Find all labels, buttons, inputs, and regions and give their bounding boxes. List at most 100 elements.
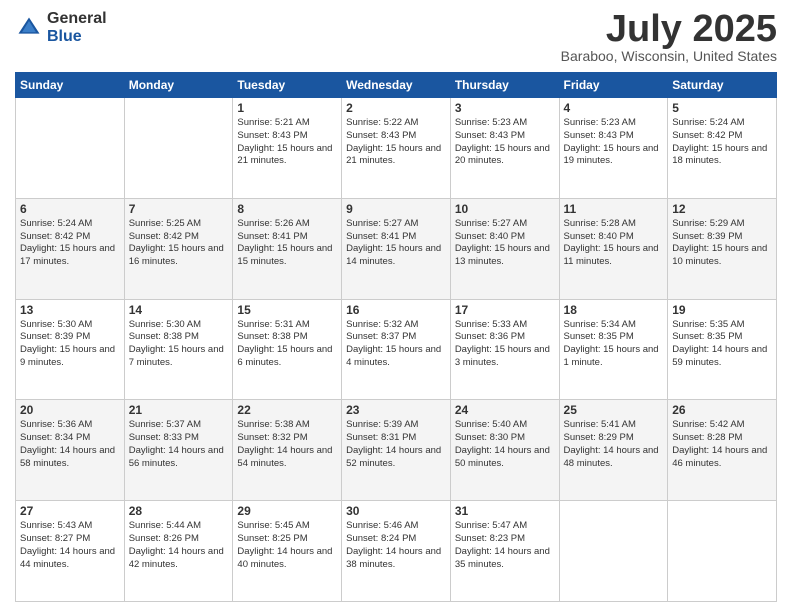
header: General Blue July 2025 Baraboo, Wisconsi… bbox=[15, 10, 777, 64]
day-info: Sunrise: 5:30 AM Sunset: 8:39 PM Dayligh… bbox=[20, 319, 120, 370]
week-row-2: 6Sunrise: 5:24 AM Sunset: 8:42 PM Daylig… bbox=[16, 198, 777, 299]
day-info: Sunrise: 5:39 AM Sunset: 8:31 PM Dayligh… bbox=[346, 419, 446, 470]
calendar-cell bbox=[668, 501, 777, 602]
calendar-cell: 11 Sunrise: 5:28 AM Sunset: 8:40 PM Dayli… bbox=[559, 198, 668, 299]
calendar-cell: 18 Sunrise: 5:34 AM Sunset: 8:35 PM Dayli… bbox=[559, 299, 668, 400]
day-number: 20 bbox=[20, 403, 120, 417]
day-info: Sunrise: 5:29 AM Sunset: 8:39 PM Dayligh… bbox=[672, 218, 772, 269]
calendar-cell: 21 Sunrise: 5:37 AM Sunset: 8:33 PM Dayli… bbox=[124, 400, 233, 501]
logo-general-text: General bbox=[47, 10, 107, 28]
day-number: 4 bbox=[564, 101, 664, 115]
col-header-friday: Friday bbox=[559, 73, 668, 98]
logo: General Blue bbox=[15, 10, 107, 45]
calendar-cell: 29Sunrise: 5:45 AM Sunset: 8:25 PM Dayli… bbox=[233, 501, 342, 602]
day-number: 16 bbox=[346, 303, 446, 317]
calendar-cell: 7 Sunrise: 5:25 AM Sunset: 8:42 PM Daylig… bbox=[124, 198, 233, 299]
calendar-cell bbox=[124, 98, 233, 199]
day-info: Sunrise: 5:24 AM Sunset: 8:42 PM Dayligh… bbox=[672, 117, 772, 168]
day-number: 8 bbox=[237, 202, 337, 216]
day-info: Sunrise: 5:44 AM Sunset: 8:26 PM Dayligh… bbox=[129, 520, 229, 571]
day-number: 18 bbox=[564, 303, 664, 317]
calendar-cell: 14 Sunrise: 5:30 AM Sunset: 8:38 PM Dayli… bbox=[124, 299, 233, 400]
calendar-cell: 27Sunrise: 5:43 AM Sunset: 8:27 PM Dayli… bbox=[16, 501, 125, 602]
logo-text: General Blue bbox=[47, 10, 107, 45]
day-info: Sunrise: 5:32 AM Sunset: 8:37 PM Dayligh… bbox=[346, 319, 446, 370]
week-row-1: 1Sunrise: 5:21 AM Sunset: 8:43 PM Daylig… bbox=[16, 98, 777, 199]
day-info: Sunrise: 5:25 AM Sunset: 8:42 PM Dayligh… bbox=[129, 218, 229, 269]
day-number: 31 bbox=[455, 504, 555, 518]
col-header-thursday: Thursday bbox=[450, 73, 559, 98]
day-number: 3 bbox=[455, 101, 555, 115]
calendar-cell: 24Sunrise: 5:40 AM Sunset: 8:30 PM Dayli… bbox=[450, 400, 559, 501]
day-number: 23 bbox=[346, 403, 446, 417]
calendar-cell: 1Sunrise: 5:21 AM Sunset: 8:43 PM Daylig… bbox=[233, 98, 342, 199]
day-number: 7 bbox=[129, 202, 229, 216]
calendar-cell: 13 Sunrise: 5:30 AM Sunset: 8:39 PM Dayli… bbox=[16, 299, 125, 400]
calendar-cell: 30 Sunrise: 5:46 AM Sunset: 8:24 PM Dayli… bbox=[342, 501, 451, 602]
col-header-wednesday: Wednesday bbox=[342, 73, 451, 98]
day-info: Sunrise: 5:35 AM Sunset: 8:35 PM Dayligh… bbox=[672, 319, 772, 370]
calendar-cell: 2Sunrise: 5:22 AM Sunset: 8:43 PM Daylig… bbox=[342, 98, 451, 199]
calendar-cell: 23 Sunrise: 5:39 AM Sunset: 8:31 PM Dayli… bbox=[342, 400, 451, 501]
day-number: 10 bbox=[455, 202, 555, 216]
week-row-3: 13 Sunrise: 5:30 AM Sunset: 8:39 PM Dayli… bbox=[16, 299, 777, 400]
calendar-cell: 15 Sunrise: 5:31 AM Sunset: 8:38 PM Dayli… bbox=[233, 299, 342, 400]
day-number: 30 bbox=[346, 504, 446, 518]
day-info: Sunrise: 5:42 AM Sunset: 8:28 PM Dayligh… bbox=[672, 419, 772, 470]
calendar-cell: 19 Sunrise: 5:35 AM Sunset: 8:35 PM Dayli… bbox=[668, 299, 777, 400]
day-number: 24 bbox=[455, 403, 555, 417]
calendar-cell: 4Sunrise: 5:23 AM Sunset: 8:43 PM Daylig… bbox=[559, 98, 668, 199]
day-info: Sunrise: 5:30 AM Sunset: 8:38 PM Dayligh… bbox=[129, 319, 229, 370]
calendar-cell: 5 Sunrise: 5:24 AM Sunset: 8:42 PM Daylig… bbox=[668, 98, 777, 199]
day-info: Sunrise: 5:23 AM Sunset: 8:43 PM Dayligh… bbox=[455, 117, 555, 168]
calendar-cell: 22Sunrise: 5:38 AM Sunset: 8:32 PM Dayli… bbox=[233, 400, 342, 501]
week-row-5: 27Sunrise: 5:43 AM Sunset: 8:27 PM Dayli… bbox=[16, 501, 777, 602]
day-number: 2 bbox=[346, 101, 446, 115]
day-info: Sunrise: 5:46 AM Sunset: 8:24 PM Dayligh… bbox=[346, 520, 446, 571]
day-info: Sunrise: 5:21 AM Sunset: 8:43 PM Dayligh… bbox=[237, 117, 337, 168]
day-number: 14 bbox=[129, 303, 229, 317]
location: Baraboo, Wisconsin, United States bbox=[561, 48, 777, 64]
calendar-table: SundayMondayTuesdayWednesdayThursdayFrid… bbox=[15, 72, 777, 602]
calendar-cell: 6Sunrise: 5:24 AM Sunset: 8:42 PM Daylig… bbox=[16, 198, 125, 299]
calendar-cell bbox=[559, 501, 668, 602]
header-row: SundayMondayTuesdayWednesdayThursdayFrid… bbox=[16, 73, 777, 98]
day-info: Sunrise: 5:33 AM Sunset: 8:36 PM Dayligh… bbox=[455, 319, 555, 370]
col-header-monday: Monday bbox=[124, 73, 233, 98]
calendar-cell: 8Sunrise: 5:26 AM Sunset: 8:41 PM Daylig… bbox=[233, 198, 342, 299]
day-info: Sunrise: 5:27 AM Sunset: 8:40 PM Dayligh… bbox=[455, 218, 555, 269]
page: General Blue July 2025 Baraboo, Wisconsi… bbox=[0, 0, 792, 612]
day-number: 28 bbox=[129, 504, 229, 518]
day-info: Sunrise: 5:28 AM Sunset: 8:40 PM Dayligh… bbox=[564, 218, 664, 269]
day-number: 17 bbox=[455, 303, 555, 317]
day-number: 11 bbox=[564, 202, 664, 216]
day-info: Sunrise: 5:36 AM Sunset: 8:34 PM Dayligh… bbox=[20, 419, 120, 470]
day-number: 15 bbox=[237, 303, 337, 317]
calendar-cell: 26 Sunrise: 5:42 AM Sunset: 8:28 PM Dayli… bbox=[668, 400, 777, 501]
day-number: 19 bbox=[672, 303, 772, 317]
day-number: 5 bbox=[672, 101, 772, 115]
calendar-cell: 17 Sunrise: 5:33 AM Sunset: 8:36 PM Dayli… bbox=[450, 299, 559, 400]
col-header-sunday: Sunday bbox=[16, 73, 125, 98]
calendar-cell: 16 Sunrise: 5:32 AM Sunset: 8:37 PM Dayli… bbox=[342, 299, 451, 400]
day-info: Sunrise: 5:41 AM Sunset: 8:29 PM Dayligh… bbox=[564, 419, 664, 470]
day-info: Sunrise: 5:45 AM Sunset: 8:25 PM Dayligh… bbox=[237, 520, 337, 571]
logo-blue-text: Blue bbox=[47, 28, 107, 46]
day-info: Sunrise: 5:31 AM Sunset: 8:38 PM Dayligh… bbox=[237, 319, 337, 370]
day-info: Sunrise: 5:34 AM Sunset: 8:35 PM Dayligh… bbox=[564, 319, 664, 370]
day-info: Sunrise: 5:37 AM Sunset: 8:33 PM Dayligh… bbox=[129, 419, 229, 470]
day-number: 22 bbox=[237, 403, 337, 417]
calendar-cell bbox=[16, 98, 125, 199]
calendar-cell: 31Sunrise: 5:47 AM Sunset: 8:23 PM Dayli… bbox=[450, 501, 559, 602]
calendar-cell: 9Sunrise: 5:27 AM Sunset: 8:41 PM Daylig… bbox=[342, 198, 451, 299]
week-row-4: 20 Sunrise: 5:36 AM Sunset: 8:34 PM Dayli… bbox=[16, 400, 777, 501]
calendar-cell: 12Sunrise: 5:29 AM Sunset: 8:39 PM Dayli… bbox=[668, 198, 777, 299]
day-number: 13 bbox=[20, 303, 120, 317]
day-info: Sunrise: 5:27 AM Sunset: 8:41 PM Dayligh… bbox=[346, 218, 446, 269]
day-number: 26 bbox=[672, 403, 772, 417]
calendar-cell: 25Sunrise: 5:41 AM Sunset: 8:29 PM Dayli… bbox=[559, 400, 668, 501]
col-header-saturday: Saturday bbox=[668, 73, 777, 98]
day-number: 27 bbox=[20, 504, 120, 518]
day-number: 21 bbox=[129, 403, 229, 417]
calendar-cell: 20 Sunrise: 5:36 AM Sunset: 8:34 PM Dayli… bbox=[16, 400, 125, 501]
